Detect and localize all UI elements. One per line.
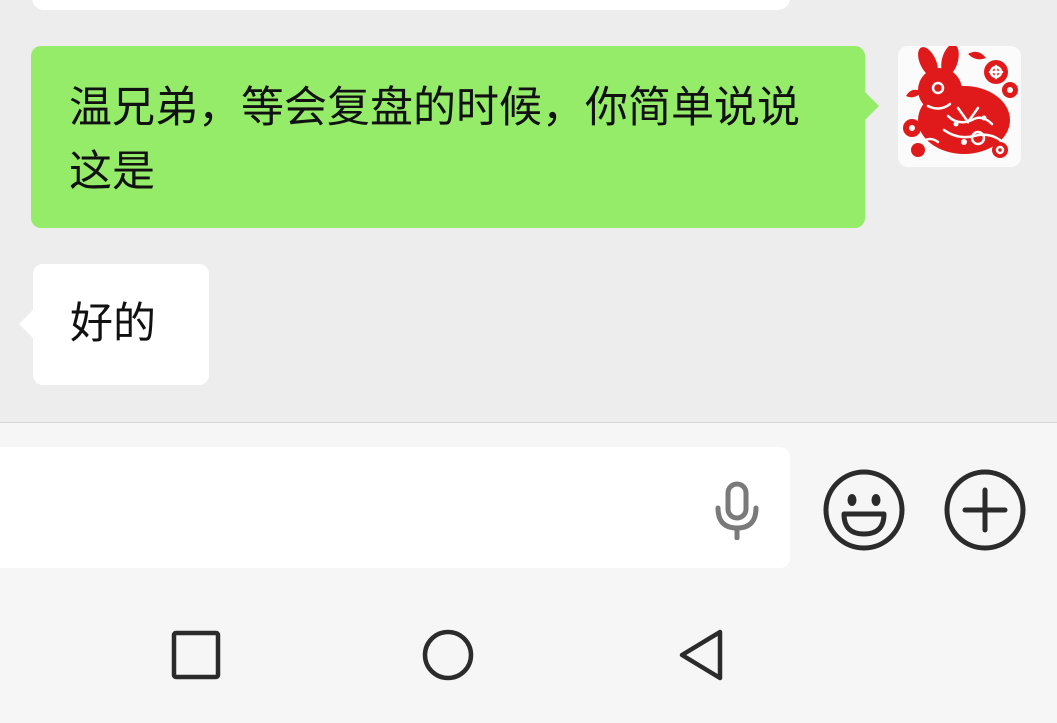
avatar[interactable] bbox=[898, 46, 1021, 167]
more-options-button[interactable] bbox=[943, 468, 1027, 552]
emoji-button[interactable] bbox=[822, 468, 906, 552]
paper-cut-rabbit-avatar-icon bbox=[903, 46, 1018, 158]
back-button[interactable] bbox=[674, 627, 730, 683]
system-navigation-bar bbox=[0, 579, 1057, 723]
triangle-back-icon bbox=[679, 629, 723, 681]
square-icon bbox=[171, 630, 221, 680]
microphone-icon bbox=[715, 481, 759, 541]
received-message-bubble[interactable]: 好的 bbox=[19, 264, 209, 385]
sent-message-bubble[interactable]: 温兄弟，等会复盘的时候，你简单说说这是 bbox=[31, 46, 879, 228]
home-button[interactable] bbox=[420, 627, 476, 683]
received-message-text: 好的 bbox=[70, 299, 156, 349]
microphone-button[interactable] bbox=[708, 480, 766, 541]
smiley-face-icon bbox=[823, 469, 905, 551]
message-input[interactable] bbox=[0, 447, 790, 568]
message-composer bbox=[0, 423, 1057, 579]
sent-message-text: 温兄弟，等会复盘的时候，你简单说说这是 bbox=[69, 83, 800, 197]
circle-icon bbox=[422, 629, 474, 681]
chat-message-area[interactable]: 温兄弟，等会复盘的时候，你简单说说这是 好的 bbox=[0, 0, 1057, 422]
plus-circle-icon bbox=[944, 469, 1026, 551]
recents-button[interactable] bbox=[168, 627, 224, 683]
previous-message-bubble[interactable] bbox=[32, 0, 790, 10]
